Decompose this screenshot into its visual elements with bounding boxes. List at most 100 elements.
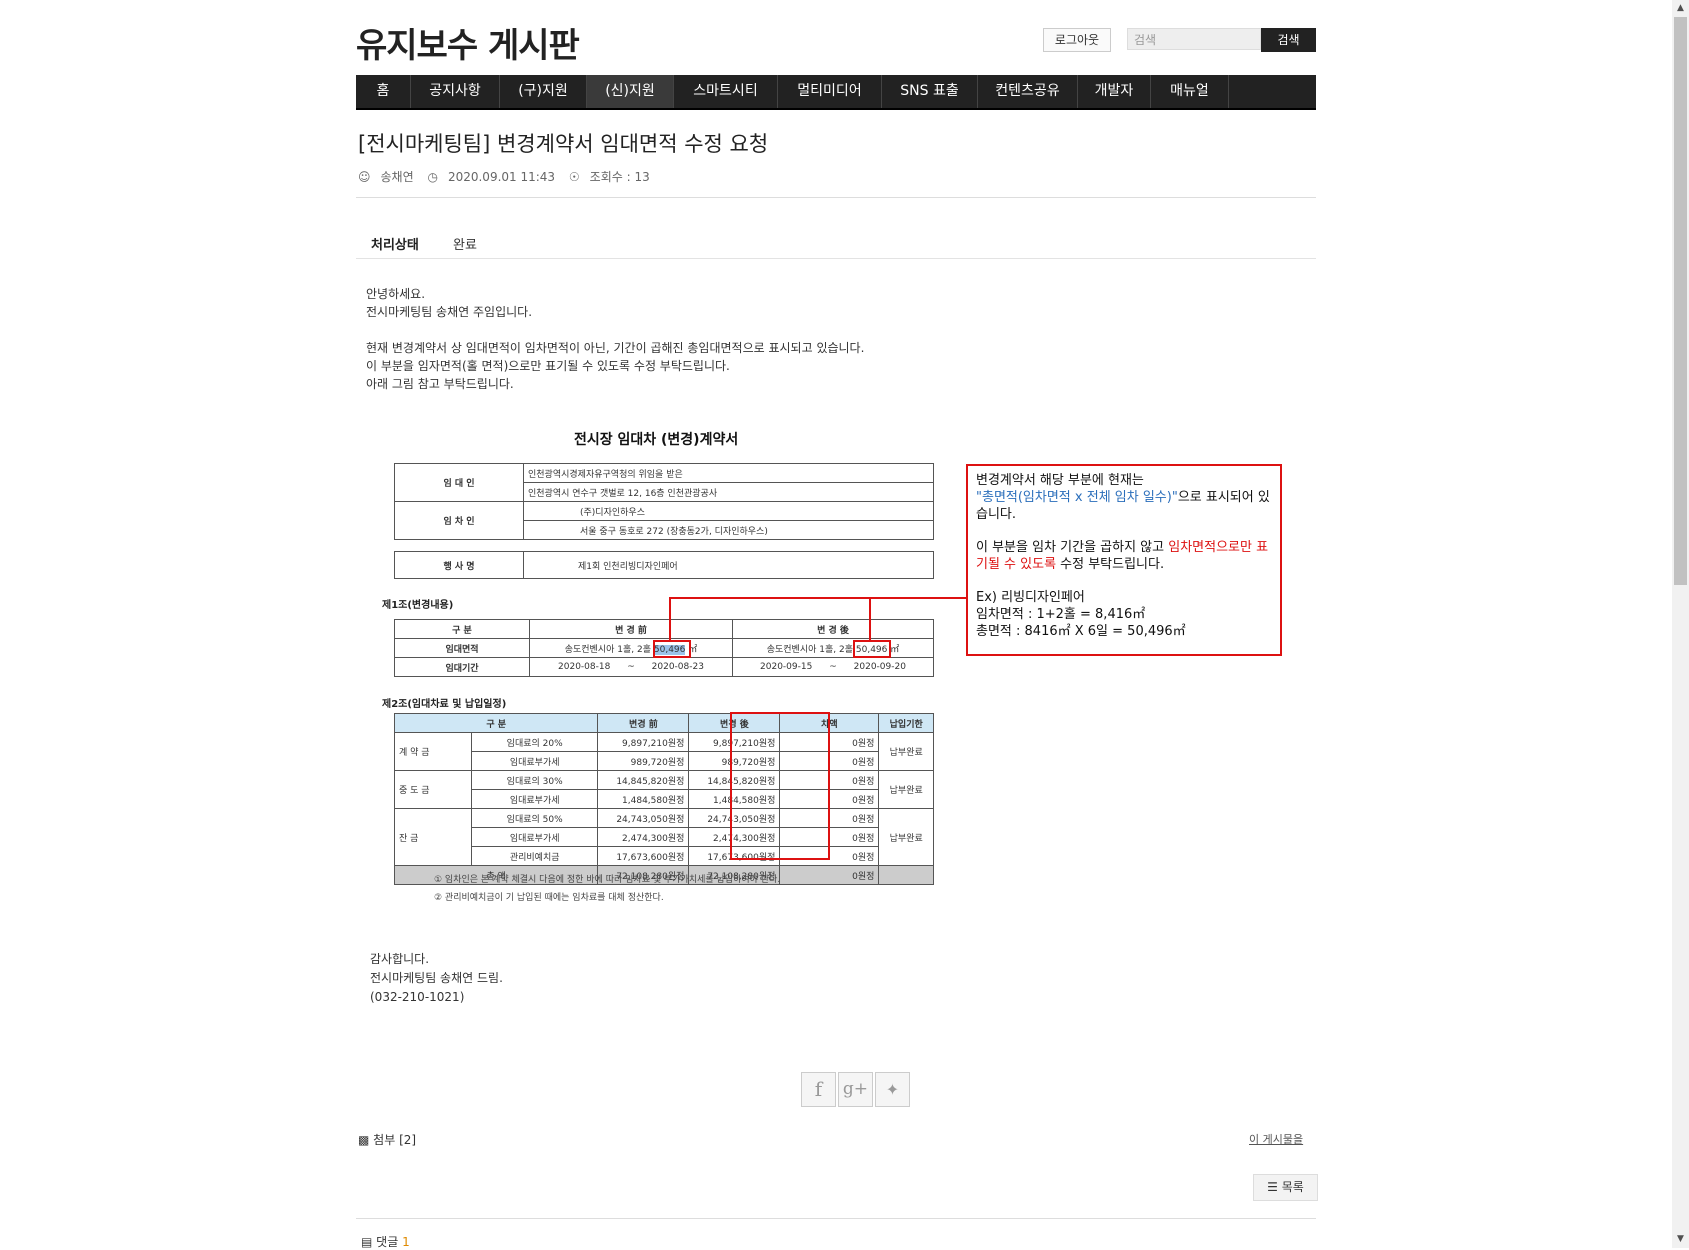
nav-developer[interactable]: 개발자 (1078, 75, 1151, 108)
doc-title: 전시장 임대차 (변경)계약서 (574, 432, 739, 448)
nav-contents[interactable]: 컨텐츠공유 (978, 75, 1078, 108)
nav-smartcity[interactable]: 스마트시티 (674, 75, 778, 108)
period-label: 임대기간 (394, 657, 530, 677)
event-table: 행 사 명 제1회 인천리빙디자인페어 (394, 551, 934, 579)
connector-line (669, 597, 966, 599)
note-example: Ex) 리빙디자인페어 (976, 590, 1085, 605)
attachment-link[interactable]: ▩ 첨부 [2] (358, 1131, 416, 1148)
lessor-label: 임 대 인 (394, 463, 524, 502)
table-row: 계 약 금 임대료의 20% 9,897,210원정 9,897,210원정 0원정 납부… (394, 732, 934, 771)
list-button[interactable]: ☰ 목록 (1253, 1174, 1318, 1201)
area-before-text: 송도컨벤시아 1홀, 2홀 (564, 644, 651, 655)
search-button[interactable]: 검색 (1261, 28, 1316, 52)
footnote: ② 관리비예치금이 기 납입된 때에는 임차료를 대체 정산한다. (434, 893, 664, 903)
area-label: 임대면적 (394, 638, 530, 658)
group-label: 계 약 금 (394, 732, 472, 771)
lessee-line: (주)디자인하우스 (523, 501, 934, 521)
header-cell: 구 분 (394, 619, 530, 639)
lessee-line: 서울 중구 동호로 272 (장충동2가, 디자인하우스) (523, 520, 934, 540)
note-line: 변경계약서 해당 부분에 현재는 (976, 473, 1144, 488)
item-label: 관리비예치금 (470, 846, 599, 866)
contract-image: 전시장 임대차 (변경)계약서 임 대 인 인천광역시경제자유구역청의 위임을 … (356, 420, 1316, 910)
main-nav: 홈 공지사항 (구)지원 (신)지원 스마트시티 멀티미디어 SNS 표출 컨텐… (356, 75, 1316, 110)
header-cell: 변경 前 (597, 713, 690, 733)
post-body: 안녕하세요. 전시마케팅팀 송채연 주임입니다. 현재 변경계약서 상 임대면적… (366, 287, 865, 391)
table-row: 임대료부가세 1,484,580원정 1,484,580원정 0원정 (395, 789, 934, 809)
item-label: 임대료부가세 (470, 789, 599, 809)
post-views: 조회수 : 13 (589, 170, 650, 184)
list-icon: ☰ (1267, 1180, 1278, 1194)
parties-table: 임 대 인 인천광역시경제자유구역청의 위임을 받은 인천광역시 연수구 갯벌로… (394, 463, 934, 540)
attach-icon: ▩ (358, 1133, 370, 1147)
unit: ㎡ (890, 644, 900, 655)
due-status: 납부완료 (878, 808, 934, 866)
scrollbar-thumb[interactable] (1674, 17, 1687, 585)
before-amount: 1,484,580원정 (597, 789, 690, 809)
site-title[interactable]: 유지보수 게시판 (356, 18, 580, 67)
post-author: 송채연 (380, 170, 414, 184)
before-amount: 9,897,210원정 (597, 732, 690, 752)
status-row: 처리상태 완료 (371, 234, 477, 253)
attach-label: 첨부 [2] (373, 1133, 417, 1147)
lessee-label: 임 차 인 (394, 501, 524, 540)
period-before-start: 2020-08-18 (558, 662, 611, 672)
nav-notice[interactable]: 공지사항 (411, 75, 500, 108)
vertical-scrollbar[interactable]: ▲ ▼ (1672, 0, 1689, 1248)
highlight-box (653, 640, 691, 658)
before-amount: 24,743,050원정 (597, 808, 690, 828)
list-label: 목록 (1281, 1180, 1304, 1194)
comment-count: 1 (402, 1235, 410, 1249)
group-label: 잔 금 (394, 808, 472, 866)
item-label: 임대료부가세 (470, 751, 599, 771)
area-after-text: 송도컨벤시아 1홀, 2홀 (766, 644, 853, 655)
event-label: 행 사 명 (394, 551, 524, 579)
divider (356, 1218, 1316, 1219)
post-meta: ☺ 송채연 ◷ 2020.09.01 11:43 ☉ 조회수 : 13 (358, 168, 660, 185)
scroll-up-icon[interactable]: ▲ (1672, 0, 1689, 17)
status-value: 완료 (452, 238, 477, 253)
note-example: 총면적 : 8416㎡ X 6일 = 50,496㎡ (976, 624, 1186, 639)
status-label: 처리상태 (371, 238, 419, 253)
search-input[interactable]: 검색 (1127, 28, 1261, 50)
nav-new-support[interactable]: (신)지원 (587, 75, 674, 108)
eye-icon: ☉ (568, 170, 580, 184)
connector-line (869, 597, 871, 640)
header-cell: 구 분 (393, 713, 599, 733)
nav-old-support[interactable]: (구)지원 (500, 75, 587, 108)
logout-button[interactable]: 로그아웃 (1043, 28, 1111, 52)
twitter-icon[interactable]: ✦ (875, 1072, 910, 1107)
nav-multimedia[interactable]: 멀티미디어 (778, 75, 882, 108)
lessor-line: 인천광역시경제자유구역청의 위임을 받은 (523, 463, 934, 483)
this-post-link[interactable]: 이 게시물을 (1249, 1131, 1303, 1147)
table-row: 중 도 금 임대료의 30% 14,845,820원정 14,845,820원정 0원정… (394, 770, 934, 809)
article1-title: 제1조(변경내용) (382, 600, 454, 611)
total-due (878, 865, 934, 885)
connector-line (669, 597, 671, 640)
before-amount: 14,845,820원정 (597, 770, 690, 790)
nav-manual[interactable]: 매뉴얼 (1151, 75, 1229, 108)
lessor-line: 인천광역시 연수구 갯벌로 12, 16층 인천관광공사 (523, 482, 934, 502)
note-line: 이 부분을 임차 기간을 곱하지 않고 (976, 540, 1169, 555)
nav-home[interactable]: 홈 (356, 75, 411, 108)
item-label: 임대료의 30% (470, 770, 599, 790)
post-closing: 감사합니다. 전시마케팅팀 송채연 드림. (032-210-1021) (370, 952, 503, 1004)
comment-header: ▤ 댓글 1 (361, 1233, 410, 1250)
google-plus-icon[interactable]: g+ (838, 1072, 873, 1107)
header-cell: 납입기한 (878, 713, 934, 733)
nav-sns[interactable]: SNS 표출 (882, 75, 978, 108)
before-amount: 17,673,600원정 (597, 846, 690, 866)
item-label: 임대료의 20% (470, 732, 599, 752)
period-after-end: 2020-09-20 (853, 662, 906, 672)
before-amount: 2,474,300원정 (597, 827, 690, 847)
period-before-end: 2020-08-23 (651, 662, 704, 672)
facebook-icon[interactable]: f (801, 1072, 836, 1107)
item-label: 임대료의 50% (470, 808, 599, 828)
due-status: 납부완료 (878, 732, 934, 771)
period-after-start: 2020-09-15 (760, 662, 813, 672)
note-example: 임차면적 : 1+2홀 = 8,416㎡ (976, 607, 1146, 622)
header-cell: 변 경 後 (732, 619, 934, 639)
table-row: 임대료부가세 989,720원정 989,720원정 0원정 (395, 751, 934, 771)
scroll-down-icon[interactable]: ▼ (1672, 1231, 1689, 1248)
divider (356, 258, 1316, 259)
post-date: 2020.09.01 11:43 (447, 170, 556, 184)
